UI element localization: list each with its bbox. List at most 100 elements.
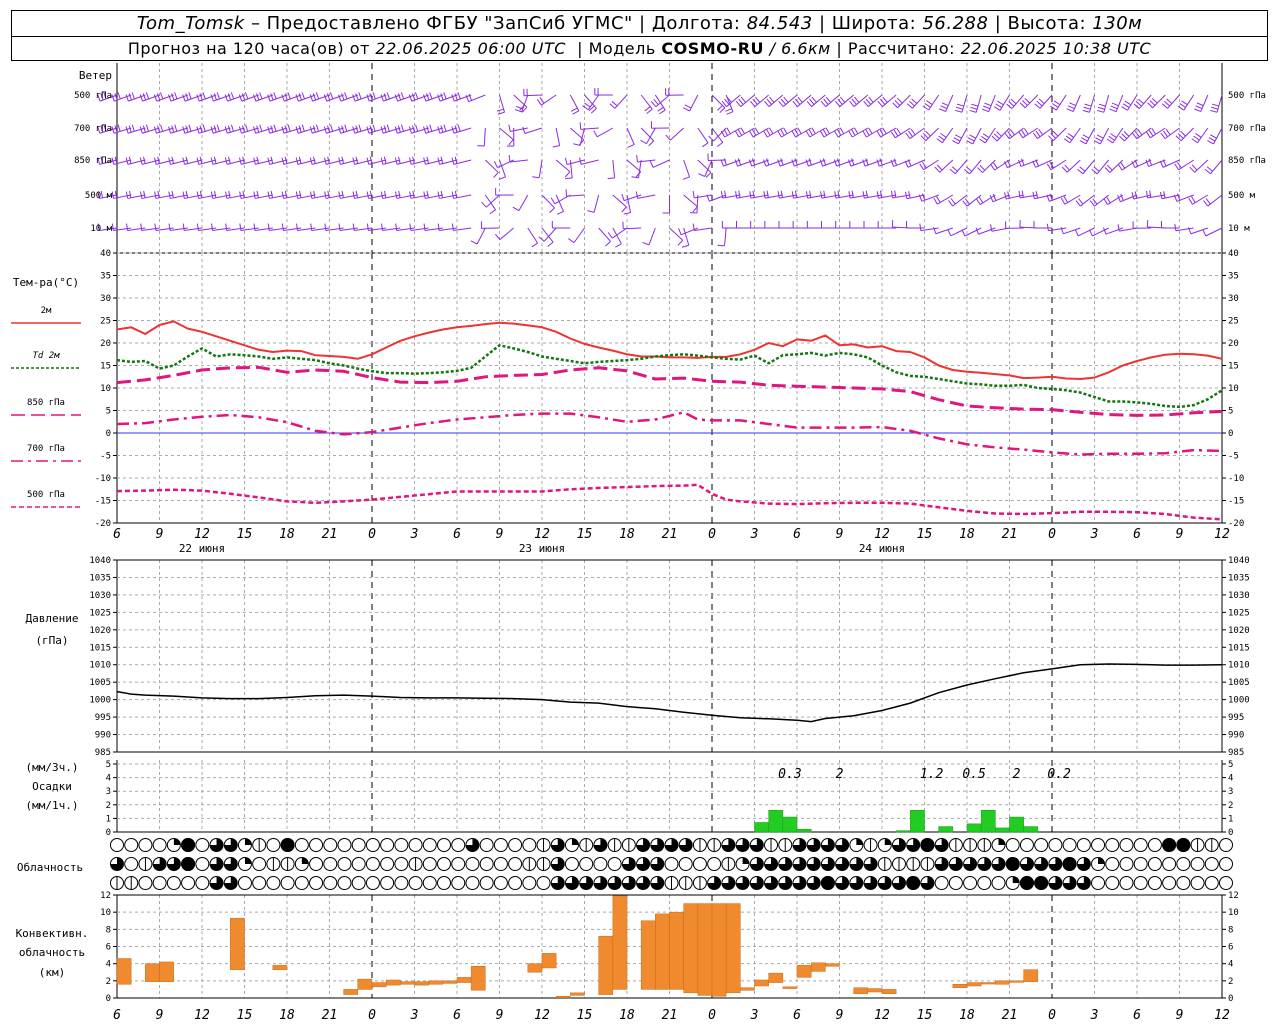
conv-axis-hour-label: 15: [237, 1008, 253, 1023]
cloud-cover-icon: [365, 876, 380, 890]
temp-legend-label: Td 2м: [32, 351, 60, 361]
cloud-cover-icon: [550, 857, 565, 871]
wind-barb: [598, 227, 611, 242]
wind-barb-feather: [267, 223, 270, 231]
cloud-circle: [110, 838, 124, 852]
precip-panel-tick-label-right: 3: [1228, 787, 1233, 797]
wind-barb-feather: [969, 134, 977, 139]
pressure-panel-tick-label-right: 1005: [1228, 678, 1250, 688]
pressure-panel-tick-label-right: 1030: [1228, 591, 1250, 601]
wind-barb-feather: [495, 233, 501, 240]
wind-barb-feather: [556, 210, 564, 215]
wind-barb-feather: [174, 124, 178, 132]
cloud-circle: [522, 838, 537, 852]
wind-barb-feather: [950, 198, 956, 205]
wind-barb-feather: [298, 93, 302, 101]
wind-barb-feather: [1208, 137, 1216, 142]
wind-barb-feather: [995, 103, 1002, 108]
wind-barb-feather: [808, 158, 812, 166]
wind-barb-feather: [894, 100, 901, 106]
wind-barb-feather: [678, 228, 682, 235]
cloud-fill-full: [1034, 876, 1049, 890]
wind-barb-feather: [1160, 132, 1166, 139]
temp-axis-hour-label: 9: [156, 527, 164, 542]
conv-axis-hour-label: 21: [662, 1008, 678, 1023]
wind-barb-feather: [975, 198, 981, 205]
wind-barb-feather: [573, 143, 581, 146]
cloud-cover-icon: [138, 838, 153, 852]
cloud-panel-title: Облачность: [17, 861, 83, 874]
cloud-circle: [365, 857, 380, 871]
cloud-cover-icon: [237, 857, 252, 871]
wind-barb-feather: [139, 94, 144, 102]
cloud-circle: [1005, 838, 1020, 852]
wind-barb: [1213, 127, 1223, 145]
wind-barb-feather: [496, 108, 504, 112]
precip-bar: [796, 829, 812, 833]
cloud-cover-icon: [294, 857, 309, 871]
cloud-circle: [351, 857, 366, 871]
wind-barb-feather: [256, 93, 260, 101]
wind-barb-feather: [182, 191, 185, 199]
cloud-cover-icon: [508, 876, 523, 890]
cloud-circle: [124, 838, 139, 852]
wind-barb-feather: [993, 106, 1001, 111]
wind-barb-feather: [640, 139, 647, 145]
wind-barb-feather: [145, 124, 149, 132]
wind-barb: [961, 94, 968, 113]
wind-barb: [513, 94, 528, 108]
wind-barb-feather: [437, 191, 440, 199]
wind-barb-feather: [724, 190, 727, 198]
cloud-fill-full: [820, 876, 835, 890]
cloud-circle: [195, 838, 210, 852]
wind-barb-feather: [443, 92, 447, 100]
wind-barb-feather: [1210, 109, 1218, 113]
wind-barb-feather: [825, 96, 832, 103]
cloud-cover-icon: [1005, 838, 1020, 852]
wind-barb-feather: [145, 92, 150, 100]
conv-axis-hour-label: 6: [793, 1008, 801, 1023]
cloud-circle: [593, 857, 608, 871]
cloud-fill-sector: [742, 857, 750, 864]
pressure-panel-tick-label-right: 995: [1228, 713, 1244, 723]
wind-barb: [484, 194, 497, 211]
wind-barb-feather: [384, 190, 387, 198]
cloud-cover-icon: [1076, 876, 1091, 890]
conv-axis-hour-label: 3: [750, 1008, 759, 1023]
cloud-fill-full: [1162, 838, 1177, 852]
wind-barb-feather: [238, 94, 243, 102]
wind-barb-feather: [157, 190, 160, 198]
convective-bar: [1009, 980, 1024, 983]
wind-barb-feather: [1038, 128, 1044, 136]
cloud-cover-icon: [280, 876, 295, 890]
temp-panel-tick-label-right: 35: [1228, 272, 1239, 282]
cloud-circle: [138, 838, 153, 852]
wind-barb-feather: [182, 223, 185, 231]
wind-barb-feather: [564, 171, 571, 178]
wind-barb-feather: [273, 124, 277, 132]
wind-barb-feather: [131, 124, 135, 132]
cloud-cover-icon: [1019, 876, 1034, 890]
wind-barb-feather: [1174, 163, 1179, 171]
cloud-circle: [451, 857, 466, 871]
wind-barb-feather: [287, 92, 291, 100]
wind-barb-feather: [168, 223, 171, 231]
wind-barb-feather: [451, 94, 455, 102]
cloud-cover-icon: [564, 838, 579, 852]
cloud-cover-icon: [124, 876, 139, 890]
wind-barb-feather: [983, 105, 991, 110]
wind-barb-feather: [140, 191, 143, 199]
wind-barb-feather: [1063, 196, 1069, 203]
cloud-circle: [493, 876, 508, 890]
temp-axis-hour-label: 6: [453, 527, 461, 542]
pressure-panel-tick-label-left: 1000: [89, 696, 111, 706]
convective-bar: [966, 982, 982, 987]
precip-panel-tick-label-left: 4: [106, 774, 111, 784]
wind-barb-feather: [910, 128, 916, 136]
wind-barb-feather: [171, 93, 175, 101]
wind-barb-feather: [426, 93, 430, 101]
cloud-cover-icon: [380, 838, 395, 852]
cloud-circle: [1048, 838, 1063, 852]
wind-barb-feather: [766, 190, 769, 198]
wind-barb-feather: [440, 93, 444, 101]
